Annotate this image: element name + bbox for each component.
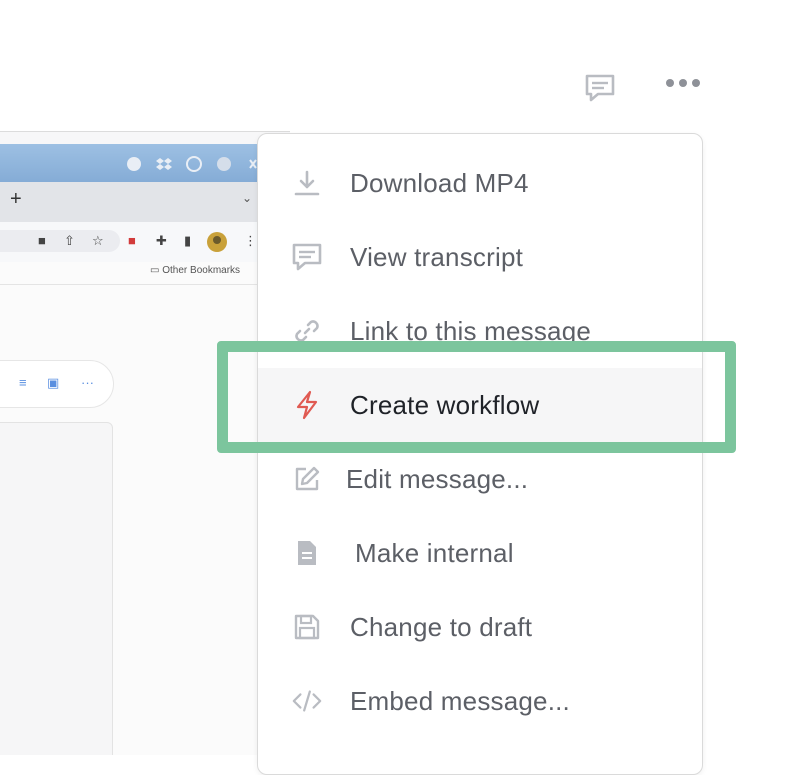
- menu-item-label: Download MP4: [350, 167, 529, 198]
- content-card: [0, 422, 113, 755]
- menu-item-label: Edit message...: [346, 463, 529, 494]
- new-tab-icon: +: [10, 188, 22, 210]
- browser-toolbar: ■ ⇧ ☆ ■ ✚ ▮ ⋮: [0, 222, 290, 263]
- lightning-icon: [291, 389, 323, 421]
- chevron-down-icon: ⌄: [242, 191, 253, 205]
- sidebar-icon: ▮: [184, 233, 192, 248]
- document-icon: [291, 537, 323, 569]
- picture-icon: ▣: [47, 375, 60, 390]
- ellipsis-icon: ···: [81, 375, 94, 390]
- menu-item-label: View transcript: [350, 241, 524, 272]
- menu-item-link-to-message[interactable]: Link to this message: [258, 294, 702, 368]
- menu-item-label: Link to this message: [350, 315, 592, 346]
- menu-item-download-mp4[interactable]: Download MP4: [258, 146, 702, 220]
- menu-item-label: Create workflow: [350, 389, 540, 420]
- avatar: [207, 232, 227, 252]
- menu-item-view-transcript[interactable]: View transcript: [258, 220, 702, 294]
- menu-item-label: Embed message...: [350, 685, 570, 716]
- bookmarks-label: Other Bookmarks: [162, 265, 241, 276]
- camera-icon: ■: [38, 233, 46, 248]
- video-thumbnail-screenshot: + ⌄ ■ ⇧ ☆ ■ ✚ ▮ ⋮ ▭ Other Bookmarks ≡ ▣ …: [0, 131, 290, 755]
- menu-item-make-internal[interactable]: Make internal: [258, 516, 702, 590]
- other-bookmarks: ▭ Other Bookmarks: [150, 265, 241, 276]
- menu-item-embed-message[interactable]: Embed message...: [258, 664, 702, 738]
- star-icon: ☆: [92, 233, 104, 248]
- code-icon: [291, 685, 323, 717]
- bookmarks-bar: ▭ Other Bookmarks: [0, 262, 290, 285]
- ellipsis-icon: [666, 79, 700, 87]
- menu-item-edit-message[interactable]: Edit message...: [258, 442, 702, 516]
- pencil-icon: [291, 463, 323, 495]
- floppy-disk-icon: [291, 611, 323, 643]
- browser-tab-bar: + ⌄: [0, 182, 290, 222]
- menu-item-label: Change to draft: [350, 611, 533, 642]
- list-icon: ≡: [19, 375, 27, 390]
- comment-button[interactable]: [580, 68, 620, 108]
- share-icon: ⇧: [64, 233, 75, 248]
- menu-item-label: Make internal: [355, 537, 514, 568]
- menu-kebab-icon: ⋮: [244, 233, 257, 248]
- more-options-button[interactable]: [660, 68, 706, 98]
- speech-bubble-icon: [585, 74, 615, 102]
- puzzle-icon: ✚: [156, 233, 167, 248]
- transcript-icon: [291, 241, 323, 273]
- link-icon: [291, 315, 323, 347]
- browser-titlebar: [0, 144, 290, 182]
- menu-item-change-to-draft[interactable]: Change to draft: [258, 590, 702, 664]
- extension-icon: ■: [128, 233, 136, 248]
- toolbar-pill: ≡ ▣ ···: [0, 360, 114, 408]
- message-actions-bar: [0, 68, 804, 108]
- message-options-menu: Download MP4 View transcript Link to thi…: [257, 133, 703, 775]
- download-icon: [291, 167, 323, 199]
- menu-item-create-workflow[interactable]: Create workflow: [258, 368, 702, 442]
- browser-page: ≡ ▣ ···: [0, 285, 290, 755]
